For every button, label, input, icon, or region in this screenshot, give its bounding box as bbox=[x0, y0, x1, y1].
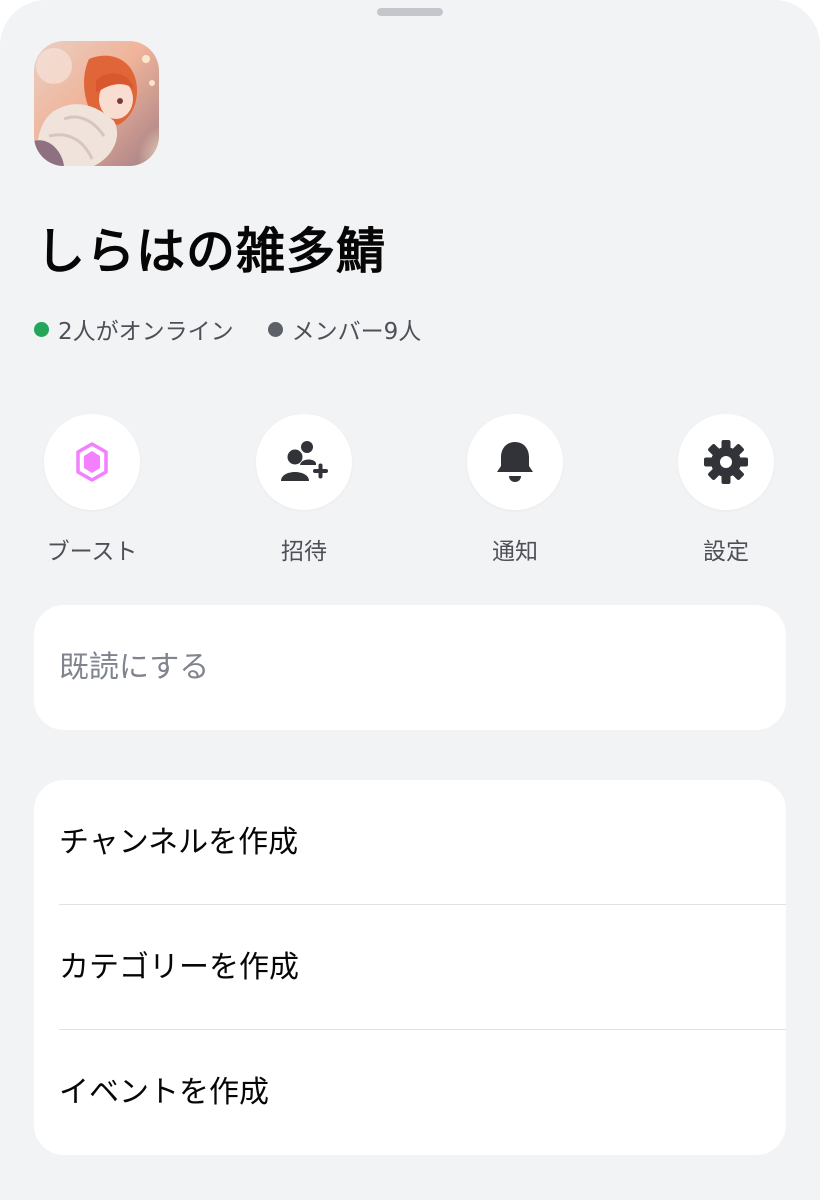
settings-button-circle[interactable] bbox=[678, 414, 774, 510]
server-status-row: 2人がオンライン メンバー9人 bbox=[34, 312, 421, 346]
gear-icon bbox=[704, 440, 748, 484]
create-menu-card: チャンネルを作成 カテゴリーを作成 イベントを作成 bbox=[34, 780, 786, 1155]
create-event-label: イベントを作成 bbox=[59, 1075, 269, 1110]
member-count: メンバー9人 bbox=[267, 312, 422, 346]
settings-label: 設定 bbox=[703, 539, 749, 565]
create-channel-label: チャンネルを作成 bbox=[59, 825, 299, 860]
create-channel-item[interactable]: チャンネルを作成 bbox=[34, 780, 786, 905]
notifications-button[interactable]: 通知 bbox=[440, 414, 590, 566]
invite-button[interactable]: 招待 bbox=[229, 414, 379, 566]
online-dot-icon bbox=[34, 321, 49, 337]
settings-button[interactable]: 設定 bbox=[651, 414, 801, 566]
boost-button-circle[interactable] bbox=[44, 414, 140, 510]
boost-button[interactable]: ブースト bbox=[17, 414, 167, 566]
notifications-label: 通知 bbox=[492, 539, 538, 565]
online-count-text: 2人がオンライン bbox=[58, 319, 234, 345]
create-category-label: カテゴリーを作成 bbox=[59, 950, 299, 985]
create-category-item[interactable]: カテゴリーを作成 bbox=[34, 905, 786, 1030]
server-avatar bbox=[34, 41, 159, 166]
notifications-button-circle[interactable] bbox=[467, 414, 563, 510]
invite-button-circle[interactable] bbox=[256, 414, 352, 510]
boost-gem-icon bbox=[76, 442, 108, 482]
create-event-item[interactable]: イベントを作成 bbox=[34, 1030, 786, 1155]
online-count: 2人がオンライン bbox=[34, 312, 234, 346]
bell-icon bbox=[497, 442, 533, 482]
invite-user-plus-icon bbox=[281, 441, 328, 481]
server-menu-sheet: しらはの雑多鯖 2人がオンライン メンバー9人 ブースト 招待 通知 設定 既読… bbox=[0, 0, 820, 1200]
server-name: しらはの雑多鯖 bbox=[36, 223, 387, 280]
sheet-drag-handle[interactable] bbox=[377, 8, 443, 16]
mark-as-read-button[interactable]: 既読にする bbox=[34, 605, 786, 730]
member-dot-icon bbox=[267, 321, 283, 337]
mark-as-read-label: 既読にする bbox=[59, 650, 210, 685]
server-avatar-image bbox=[34, 41, 159, 166]
server-actions: ブースト 招待 通知 設定 bbox=[0, 414, 820, 574]
invite-label: 招待 bbox=[281, 539, 327, 565]
member-count-text: メンバー9人 bbox=[291, 319, 422, 345]
boost-label: ブースト bbox=[46, 539, 138, 565]
